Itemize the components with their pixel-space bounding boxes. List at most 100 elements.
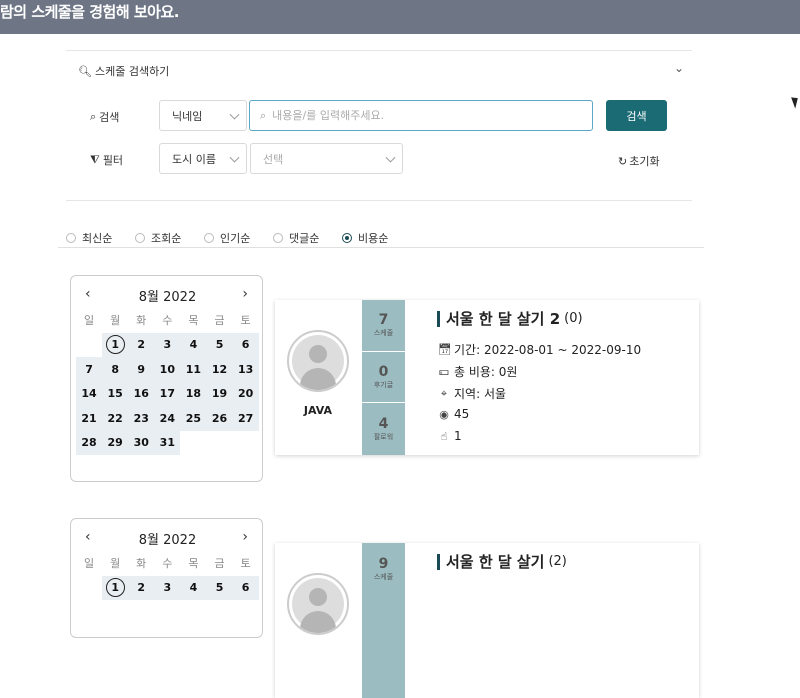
chevron-right-icon[interactable]: ›: [242, 529, 248, 545]
calendar-day[interactable]: 14: [76, 381, 103, 406]
weekday-label: 화: [136, 557, 147, 571]
calendar-day[interactable]: 6: [232, 332, 259, 357]
mouse-cursor-icon: [791, 95, 800, 109]
search-accordion-header[interactable]: 🔍︎ 스케줄 검색하기: [78, 63, 169, 79]
weekday-label: 수: [162, 557, 173, 571]
reset-button[interactable]: ↻ 초기화: [618, 153, 660, 169]
weekday-label: 목: [188, 314, 199, 328]
calendar-day[interactable]: 24: [154, 406, 181, 431]
calendar-day[interactable]: 19: [206, 381, 233, 406]
calendar-day[interactable]: 8: [102, 357, 129, 382]
stat-followers: 4 팔로워: [373, 415, 394, 441]
title-accent-bar: [437, 553, 440, 570]
calendar-day[interactable]: 20: [232, 381, 259, 406]
option-select-value: 선택: [263, 152, 284, 166]
sort-label: 조회순: [151, 232, 182, 245]
calendar-day[interactable]: 9: [128, 357, 155, 382]
sort-option-cost[interactable]: 비용순: [342, 230, 388, 246]
weekday-label: 금: [214, 314, 225, 328]
radio-icon: [204, 233, 214, 243]
calendar-day[interactable]: 31: [154, 430, 181, 455]
card-title-text: 서울 한 달 살기: [446, 553, 545, 571]
sort-label: 인기순: [220, 232, 251, 245]
search-button[interactable]: 검색: [606, 100, 667, 131]
calendar-day[interactable]: 3: [154, 575, 181, 600]
filter-row-label: ⧨ 필터: [90, 152, 123, 168]
stat-reviews: 0 후기글: [362, 352, 405, 404]
calendar-day[interactable]: 4: [180, 332, 207, 357]
calendar-day[interactable]: 3: [154, 332, 181, 357]
filter-icon: ⧨: [90, 153, 100, 166]
calendar-day[interactable]: 11: [180, 357, 207, 382]
calendar-day[interactable]: 25: [180, 406, 207, 431]
calendar-grid: 일 월 화 수 목 금 토 1 2 3 4 5 6 7 8 9 10 11 12…: [76, 308, 259, 455]
sort-label: 댓글순: [289, 232, 320, 245]
sort-label: 비용순: [358, 232, 389, 245]
card-period: 📅︎ 기간: 2022-08-01 ~ 2022-09-10: [438, 341, 641, 358]
radio-icon: [273, 233, 283, 243]
chevron-down-icon[interactable]: ⌄: [674, 61, 684, 75]
views-text: 45: [454, 407, 470, 421]
calendar-day[interactable]: 29: [102, 430, 129, 455]
search-type-value: 닉네임: [172, 109, 203, 123]
calendar-month: 8월 2022: [138, 290, 197, 305]
calendar-month: 8월 2022: [138, 533, 197, 548]
card-title[interactable]: 서울 한 달 살기 2 (0): [437, 308, 583, 329]
sort-option-latest[interactable]: 최신순: [66, 230, 112, 246]
search-input[interactable]: [272, 109, 573, 122]
chevron-right-icon[interactable]: ›: [242, 286, 248, 302]
sort-option-comments[interactable]: 댓글순: [273, 230, 319, 246]
calendar-day[interactable]: 18: [180, 381, 207, 406]
banner-text: 람의 스케줄을 경험해 보아요.: [0, 3, 179, 21]
top-banner: 람의 스케줄을 경험해 보아요.: [0, 0, 800, 34]
weekday-label: 토: [240, 314, 251, 328]
calendar-day[interactable]: 23: [128, 406, 155, 431]
sort-option-popular[interactable]: 인기순: [204, 230, 250, 246]
calendar-empty: [76, 333, 102, 358]
city-select[interactable]: 도시 이름: [159, 143, 247, 174]
card-views: ◉ 45: [438, 407, 469, 421]
card-cost: 💵︎ 총 비용: 0원: [438, 363, 517, 380]
sort-option-views[interactable]: 조회순: [135, 230, 181, 246]
calendar-day[interactable]: 1: [102, 575, 129, 600]
chevron-down-icon: [229, 109, 240, 120]
calendar-day[interactable]: 5: [206, 575, 233, 600]
schedule-card[interactable]: JAVA 7 스케줄 0 후기글 4 팔로워 서울 한 달 살기 2 (0) 📅︎ 기간…: [275, 300, 699, 455]
calendar-day[interactable]: 27: [232, 406, 259, 431]
calendar-day[interactable]: 15: [102, 381, 129, 406]
calendar-day[interactable]: 13: [232, 357, 259, 382]
calendar-day[interactable]: 12: [206, 357, 233, 382]
calendar-day[interactable]: 22: [102, 406, 129, 431]
calendar-day[interactable]: 2: [128, 332, 155, 357]
calendar-day[interactable]: 26: [206, 406, 233, 431]
calendar-day[interactable]: 28: [76, 430, 103, 455]
card-title[interactable]: 서울 한 달 살기 (2): [437, 551, 567, 572]
search-type-select[interactable]: 닉네임: [159, 100, 247, 131]
search-label-text: 검색: [99, 111, 120, 124]
card-likes: ☝ 1: [438, 429, 462, 443]
calendar-day[interactable]: 2: [128, 575, 155, 600]
calendar-day[interactable]: 5: [206, 332, 233, 357]
calendar-day[interactable]: 6: [232, 575, 259, 600]
comment-count: (0): [564, 311, 583, 326]
calendar-day[interactable]: 17: [154, 381, 181, 406]
calendar-day[interactable]: 30: [128, 430, 155, 455]
calendar-day[interactable]: 21: [76, 406, 103, 431]
calendar-day[interactable]: 16: [128, 381, 155, 406]
calendar-day[interactable]: 10: [154, 357, 181, 382]
calendar-icon: 📅︎: [438, 343, 452, 356]
likes-text: 1: [454, 429, 462, 443]
schedule-card[interactable]: 9 스케줄 서울 한 달 살기 (2): [275, 543, 699, 698]
calendar-day[interactable]: 7: [76, 357, 103, 382]
eye-icon: ◉: [439, 407, 449, 421]
sort-label: 최신순: [82, 232, 113, 245]
search-input-box[interactable]: ⌕: [249, 100, 593, 131]
card-region: ⌖ 지역: 서울: [438, 385, 506, 402]
weekday-label: 월: [110, 557, 121, 571]
chevron-down-icon: [229, 152, 240, 163]
calendar-day[interactable]: 1: [102, 332, 129, 357]
avatar: [287, 330, 349, 392]
calendar-day[interactable]: 4: [180, 575, 207, 600]
calendar: ‹ 8월 2022 › 일 월 화 수 목 금 토 1 2 3 4 5 6: [70, 518, 263, 638]
option-select[interactable]: 선택: [250, 143, 403, 174]
